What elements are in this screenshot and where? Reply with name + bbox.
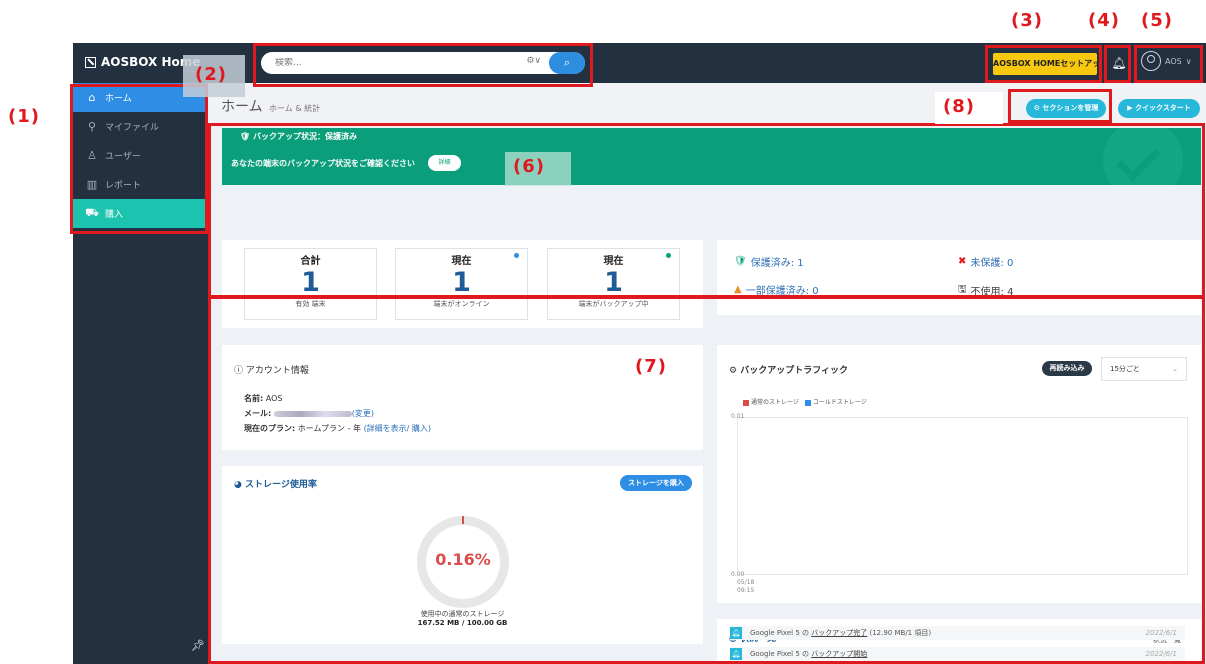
annotation-box-1 — [70, 84, 208, 234]
annotation-label-7: (7) — [635, 356, 667, 377]
annotation-box-7 — [208, 296, 1205, 664]
logo-icon — [85, 56, 96, 68]
annotation-box-6 — [208, 123, 1205, 298]
annotation-label-2: (2) — [195, 64, 227, 85]
annotation-label-1: (1) — [8, 106, 40, 127]
annotation-box-2 — [253, 43, 593, 87]
page-title-text: ホーム — [221, 99, 263, 115]
annotation-label-3: (3) — [1011, 10, 1043, 31]
breadcrumb: ホーム & 統計 — [269, 104, 321, 113]
annotation-label-5: (5) — [1141, 10, 1173, 31]
page-title: ホーム ホーム & 統計 — [221, 96, 320, 116]
annotation-box-4 — [1104, 45, 1131, 83]
annotation-box-8 — [1008, 89, 1112, 123]
annotation-label-4: (4) — [1088, 10, 1120, 31]
quick-start-label: クイックスタート — [1135, 104, 1191, 112]
annotation-box-5 — [1134, 45, 1203, 83]
annotation-label-6: (6) — [513, 156, 545, 177]
annotation-label-8: (8) — [943, 96, 975, 117]
quick-start-button[interactable]: ▶ クイックスタート — [1118, 99, 1200, 118]
annotation-box-3 — [985, 45, 1102, 83]
pin-icon[interactable]: 📌︎ — [191, 639, 205, 652]
